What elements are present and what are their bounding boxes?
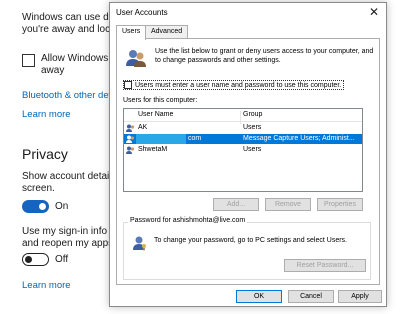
user-row[interactable]: AK Users [124, 123, 362, 133]
allow-windows-label: Allow Windows to away [41, 53, 119, 77]
toggle-knob [25, 256, 32, 263]
show-details-toggle[interactable] [22, 200, 49, 213]
users-tab-panel: Use the list below to grant or deny user… [116, 38, 380, 285]
allow-windows-checkbox[interactable] [22, 54, 35, 67]
signin-toggle-state: Off [55, 254, 69, 265]
learn-more-link-2[interactable]: Learn more [22, 280, 71, 291]
dialog-titlebar[interactable]: User Accounts ✕ [110, 3, 386, 23]
properties-button[interactable]: Properties [317, 198, 363, 211]
users-list[interactable]: User Name Group AK Users com Message Cap… [123, 108, 363, 192]
redacted-name-block [136, 134, 186, 144]
must-enter-checkbox[interactable] [124, 81, 132, 89]
user-name: ShwetaM [138, 146, 168, 153]
user-group: Users [243, 146, 262, 153]
show-details-toggle-state: On [55, 201, 69, 212]
allow-windows-label-line2: away [41, 65, 65, 76]
reset-password-button[interactable]: Reset Password... [284, 259, 366, 272]
user-group: Users [243, 124, 262, 131]
show-details-text-line2: screen. [22, 183, 55, 194]
privacy-heading: Privacy [22, 146, 68, 162]
signin-text-line1: Use my sign-in info to [22, 226, 119, 237]
learn-more-link-1[interactable]: Learn more [22, 109, 71, 120]
password-group: Password for ashishmohta@live.com To cha… [123, 217, 371, 280]
tab-users[interactable]: Users [116, 25, 147, 40]
intro-text: Use the list below to grant or deny user… [155, 48, 374, 64]
close-icon[interactable]: ✕ [369, 5, 379, 19]
user-icon [126, 135, 135, 143]
allow-windows-label-line1: Allow Windows to [41, 53, 120, 64]
tab-advanced[interactable]: Advanced [145, 25, 189, 39]
user-row-selected[interactable]: com Message Capture Users; Administ... [124, 134, 362, 144]
must-enter-label: Users must enter a user name and passwor… [135, 81, 342, 89]
users-list-header: User Name Group [124, 109, 362, 124]
ok-button[interactable]: OK [236, 290, 282, 303]
user-name: com [188, 135, 202, 142]
signin-text-line2: and reopen my apps a [22, 238, 122, 249]
bluetooth-devices-link[interactable]: Bluetooth & other dev [22, 90, 113, 101]
user-icon [126, 146, 135, 154]
column-user-name[interactable]: User Name [138, 111, 173, 118]
user-icon [126, 124, 135, 132]
user-row[interactable]: ShwetaM Users [124, 145, 362, 155]
user-name: AK [138, 124, 148, 131]
cancel-button[interactable]: Cancel [288, 290, 334, 303]
toggle-knob [39, 203, 46, 210]
apply-button[interactable]: Apply [338, 290, 382, 303]
must-enter-option[interactable]: Users must enter a user name and passwor… [123, 80, 345, 90]
settings-text-line2: you're away and lock y [22, 24, 123, 35]
user-accounts-dialog: User Accounts ✕ Users Advanced Use the l… [109, 2, 387, 307]
signin-toggle[interactable] [22, 253, 49, 266]
column-group[interactable]: Group [243, 111, 262, 118]
password-group-title: Password for ashishmohta@live.com [128, 217, 248, 224]
users-icon [126, 50, 146, 67]
users-for-computer-label: Users for this computer: [123, 97, 198, 104]
dialog-title: User Accounts [116, 8, 168, 17]
settings-text-line1: Windows can use devi [22, 12, 122, 23]
add-button[interactable]: Add... [213, 198, 259, 211]
password-instructions: To change your password, go to PC settin… [154, 237, 347, 244]
remove-button[interactable]: Remove [265, 198, 311, 211]
user-key-icon [133, 236, 146, 251]
user-group: Message Capture Users; Administ... [243, 135, 355, 142]
